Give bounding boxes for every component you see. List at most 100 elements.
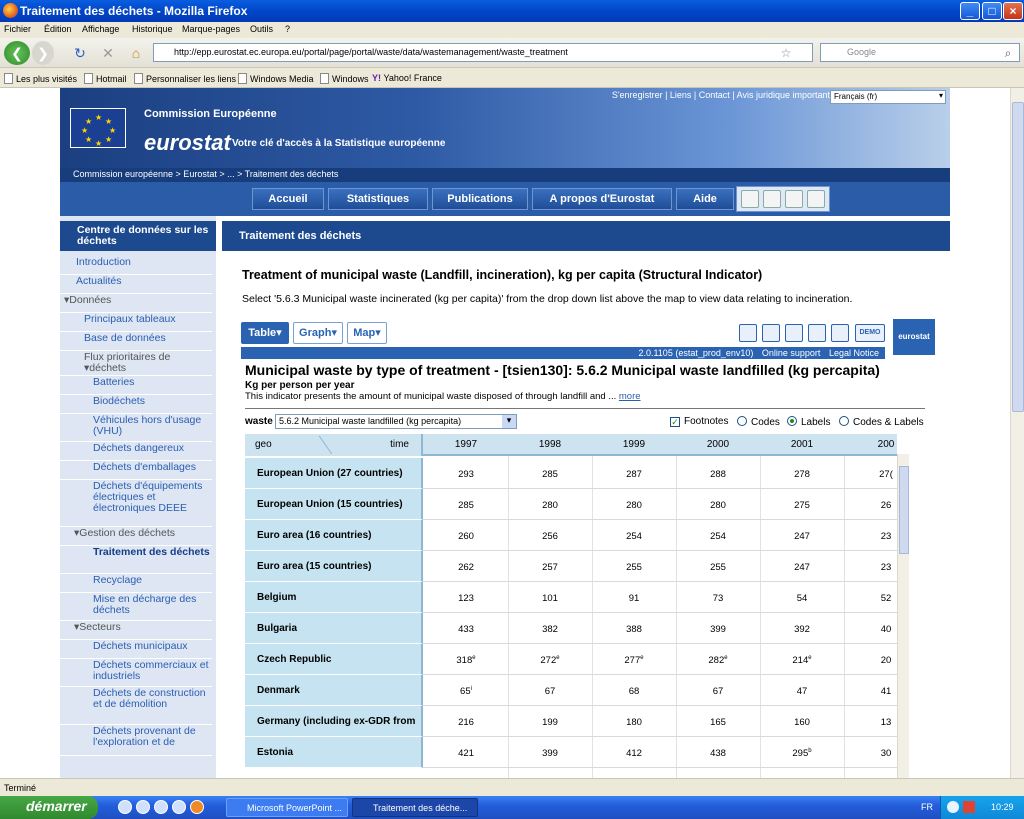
calendar-icon[interactable] (785, 190, 803, 208)
year-header[interactable]: 2001 (760, 439, 844, 450)
bookmark-hotmail[interactable]: Hotmail (84, 73, 127, 84)
folder-icon[interactable] (831, 324, 849, 342)
bookmark-personnaliser[interactable]: Personnaliser les liens (134, 73, 236, 84)
row-geo-label[interactable]: European Union (15 countries) (245, 489, 423, 520)
labels-radio[interactable]: Labels (787, 416, 830, 428)
sidebar-item-dechets-construction[interactable]: Déchets de construction et de démolition (60, 688, 212, 725)
ie-icon[interactable] (118, 800, 132, 814)
back-button[interactable]: ❮ (4, 41, 30, 65)
footnotes-checkbox[interactable]: ✓ Footnotes (670, 416, 728, 427)
sidebar-item-introduction[interactable]: Introduction (60, 257, 212, 275)
row-geo-label[interactable]: Euro area (16 countries) (245, 520, 423, 551)
sidebar-item-vhu[interactable]: Véhicules hors d'usage (VHU) (60, 415, 212, 442)
stop-icon[interactable]: ✕ (98, 41, 118, 65)
sidebar-item-batteries[interactable]: Batteries (60, 377, 212, 395)
codes-labels-radio[interactable]: Codes & Labels (839, 416, 924, 428)
row-geo-label[interactable]: European Union (27 countries) (245, 458, 423, 489)
language-indicator[interactable]: FR (921, 802, 933, 812)
year-header[interactable]: 1997 (424, 439, 508, 450)
menu-edition[interactable]: Édition (44, 24, 72, 34)
row-geo-label[interactable]: Estonia (245, 737, 423, 768)
start-button[interactable]: démarrer (0, 796, 98, 819)
messenger-icon[interactable] (136, 800, 150, 814)
legal-notice-link[interactable]: Legal Notice (829, 348, 879, 358)
bookmark-view-icon[interactable] (739, 324, 757, 342)
table-scroll-thumb[interactable] (899, 466, 909, 554)
waste-select[interactable]: 5.6.2 Municipal waste landfilled (kg per… (275, 414, 517, 429)
sidebar-item-dechets-commerciaux[interactable]: Déchets commerciaux et industriels (60, 660, 212, 687)
info-icon[interactable] (762, 324, 780, 342)
online-support-link[interactable]: Online support (762, 348, 821, 358)
nav-statistiques[interactable]: Statistiques (328, 188, 428, 210)
bookmark-star-icon[interactable]: ☆ (778, 41, 794, 65)
sidebar-group-gestion[interactable]: ▾Gestion des déchets (60, 528, 212, 546)
eurostat-logo[interactable]: eurostat (144, 130, 231, 156)
page-scrollbar[interactable] (1010, 88, 1024, 778)
sidebar-item-base-de-donnees[interactable]: Base de données (60, 333, 212, 351)
bookmark-most-visited[interactable]: Les plus visités (4, 73, 77, 84)
minimize-button[interactable]: _ (960, 2, 980, 20)
network-icon[interactable] (947, 801, 959, 813)
task-firefox[interactable]: Traitement des déche... (352, 798, 478, 817)
bookmark-yahoo[interactable]: Y! Yahoo! France (372, 73, 442, 83)
sidebar-item-biodechets[interactable]: Biodéchets (60, 396, 212, 414)
row-geo-label[interactable]: Euro area (15 countries) (245, 551, 423, 582)
maximize-button[interactable]: □ (982, 2, 1002, 20)
sidebar-item-actualites[interactable]: Actualités (60, 276, 212, 294)
row-geo-label[interactable]: Czech Republic (245, 644, 423, 675)
task-powerpoint[interactable]: Microsoft PowerPoint ... (226, 798, 348, 817)
url-input[interactable]: http://epp.eurostat.ec.europa.eu/portal/… (153, 43, 813, 62)
menu-affichage[interactable]: Affichage (82, 24, 119, 34)
user-icon[interactable] (741, 190, 759, 208)
sidebar-group-secteurs[interactable]: ▾Secteurs (60, 622, 212, 640)
save-icon[interactable] (785, 324, 803, 342)
sidebar-item-principaux-tableaux[interactable]: Principaux tableaux (60, 314, 212, 332)
media-icon[interactable] (154, 800, 168, 814)
forward-button[interactable]: ❯ (32, 41, 54, 65)
nav-aide[interactable]: Aide (676, 188, 734, 210)
nav-accueil[interactable]: Accueil (252, 188, 324, 210)
menu-historique[interactable]: Historique (132, 24, 173, 34)
row-geo-label[interactable]: Denmark (245, 675, 423, 706)
nav-publications[interactable]: Publications (432, 188, 528, 210)
row-geo-label[interactable]: Belgium (245, 582, 423, 613)
quick-launch-icon[interactable] (172, 800, 186, 814)
security-icon[interactable] (963, 801, 975, 813)
page-scroll-thumb[interactable] (1012, 102, 1024, 412)
sidebar-item-traitement[interactable]: Traitement des déchets (60, 547, 212, 574)
menu-outils[interactable]: Outils (250, 24, 273, 34)
breadcrumb[interactable]: Commission européenne > Eurostat > ... >… (60, 168, 950, 182)
more-link[interactable]: more (619, 391, 641, 402)
menu-help[interactable]: ? (285, 24, 290, 34)
sidebar-item-dechets-dangereux[interactable]: Déchets dangereux (60, 443, 212, 461)
search-input[interactable]: Google (820, 43, 1020, 62)
row-geo-label[interactable]: Bulgaria (245, 613, 423, 644)
download-icon[interactable] (807, 190, 825, 208)
close-button[interactable]: × (1003, 2, 1023, 20)
tab-table[interactable]: Table▾ (241, 322, 289, 344)
top-links[interactable]: S'enregistrer | Liens | Contact | Avis j… (612, 90, 830, 100)
nav-a-propos[interactable]: A propos d'Eurostat (532, 188, 672, 210)
tab-graph[interactable]: Graph▾ (293, 322, 343, 344)
year-header[interactable]: 1999 (592, 439, 676, 450)
sidebar-group-flux-prioritaires[interactable]: Flux prioritaires de ▾déchets (60, 352, 212, 376)
codes-radio[interactable]: Codes (737, 416, 780, 428)
year-header[interactable]: 2000 (676, 439, 760, 450)
sidebar-item-dechets-emballages[interactable]: Déchets d'emballages (60, 462, 212, 480)
print-icon[interactable] (808, 324, 826, 342)
year-header[interactable]: 200 (844, 439, 897, 450)
menu-marque-pages[interactable]: Marque-pages (182, 24, 240, 34)
bookmark-windows[interactable]: Windows (320, 73, 369, 84)
home-icon[interactable]: ⌂ (126, 41, 146, 65)
table-scrollbar[interactable] (897, 454, 909, 778)
search-icon[interactable] (763, 190, 781, 208)
tab-map[interactable]: Map▾ (347, 322, 387, 344)
reload-icon[interactable]: ↻ (70, 41, 90, 65)
sidebar-item-mise-en-decharge[interactable]: Mise en décharge des déchets (60, 594, 212, 621)
demo-button[interactable]: DEMO (855, 324, 885, 342)
year-header[interactable]: 1998 (508, 439, 592, 450)
sidebar-item-recyclage[interactable]: Recyclage (60, 575, 212, 593)
bookmark-windows-media[interactable]: Windows Media (238, 73, 314, 84)
search-icon[interactable]: ⌕ (1000, 41, 1016, 65)
sidebar-item-dechets-exploration[interactable]: Déchets provenant de l'exploration et de (60, 726, 212, 756)
